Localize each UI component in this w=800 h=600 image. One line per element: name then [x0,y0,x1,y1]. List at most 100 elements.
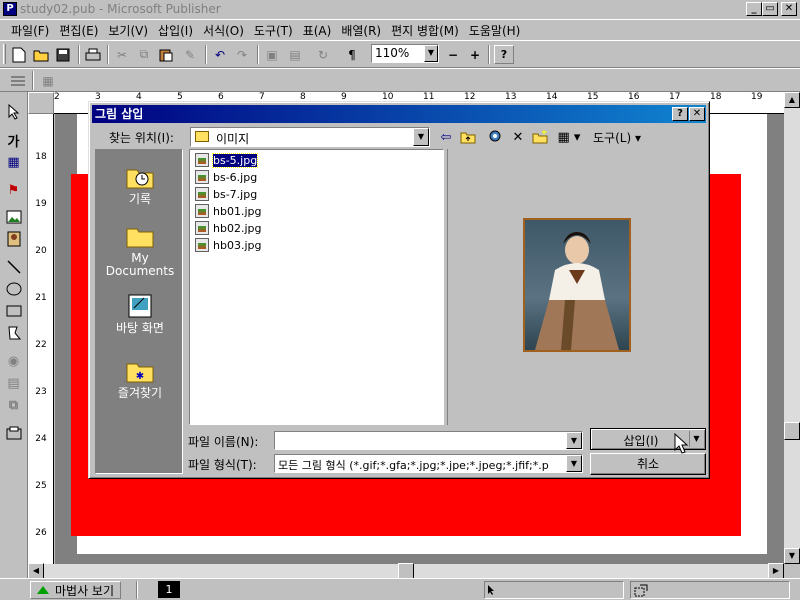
ruler-tick-label: 22 [35,340,47,350]
text-frame-tool-icon[interactable]: 가 [3,130,24,150]
design-gallery-object-icon[interactable]: ⧉ [3,395,24,415]
zoom-dropdown-icon[interactable]: ▼ [424,45,438,62]
create-new-folder-icon[interactable] [530,128,550,146]
restore-button[interactable]: ▭ [762,2,778,16]
file-item[interactable]: hb02.jpg [195,220,261,236]
paste-icon[interactable] [156,45,176,64]
dialog-title-bar[interactable]: 그림 삽입 ? ✕ [92,105,706,123]
new-document-icon[interactable] [9,45,29,64]
place-label: 바탕 화면 [116,321,164,335]
horizontal-scrollbar[interactable]: ◀ ▶ [28,563,784,579]
file-item[interactable]: hb03.jpg [195,237,261,253]
save-icon[interactable] [53,45,73,64]
menu-view[interactable]: 보기(V) [103,22,153,39]
line-tool-icon[interactable] [3,257,24,277]
close-button[interactable]: ✕ [781,2,797,16]
jpeg-file-icon [195,238,209,252]
html-code-fragment-icon[interactable]: ▤ [3,373,24,393]
place-history[interactable]: 기록 [96,164,184,206]
insert-button[interactable]: 삽입(I) ▼ [590,428,706,450]
rotate-icon[interactable]: ↻ [313,45,333,64]
menu-help[interactable]: 도움말(H) [464,22,526,39]
views-menu-icon[interactable]: ▦ ▾ [555,128,583,146]
vertical-ruler[interactable]: 18192021222324252627 [28,114,54,564]
back-icon[interactable]: ⇦ [436,128,456,146]
pointer-tool-icon[interactable] [3,102,24,122]
object-properties-icon[interactable]: ▦ [38,71,58,90]
insert-options-dropdown-icon[interactable]: ▼ [689,431,703,447]
delete-icon[interactable]: ✕ [508,128,528,146]
menu-file[interactable]: 파일(F) [6,22,54,39]
open-folder-icon[interactable] [31,45,51,64]
toolbar-grip[interactable] [3,44,6,64]
scroll-right-icon[interactable]: ▶ [768,563,784,579]
place-favorites[interactable]: ✱ 즐겨찾기 [96,358,184,400]
file-item[interactable]: bs-7.jpg [195,186,257,202]
dialog-tools-menu[interactable]: 도구(L) ▾ [593,129,641,146]
scroll-down-icon[interactable]: ▼ [784,548,800,564]
cut-icon[interactable]: ✂ [112,45,132,64]
horizontal-scroll-thumb[interactable] [398,563,414,579]
redo-icon[interactable]: ↷ [232,45,252,64]
clip-gallery-tool-icon[interactable] [3,229,24,249]
help-icon[interactable]: ? [494,45,514,64]
file-item[interactable]: hb01.jpg [195,203,261,219]
menu-mail-merge[interactable]: 편지 병합(M) [386,22,464,39]
wordart-tool-icon[interactable]: ⚑ [3,180,24,200]
oval-tool-icon[interactable] [3,279,24,299]
formatting-toolbar-icon[interactable] [8,71,28,90]
file-item[interactable]: bs-5.jpg [195,152,259,168]
menu-insert[interactable]: 삽입(I) [153,22,198,39]
file-type-combo[interactable]: 모든 그림 형식 (*.gif;*.gfa;*.jpg;*.jpe;*.jpeg… [274,454,583,473]
menu-edit[interactable]: 편집(E) [54,22,103,39]
paragraph-marks-icon[interactable]: ¶ [342,45,362,64]
scroll-left-icon[interactable]: ◀ [28,563,44,579]
publisher-app-icon[interactable]: P [3,2,17,16]
table-frame-tool-icon[interactable]: ▦ [3,152,24,172]
minimize-button[interactable]: _ [746,2,762,16]
menu-table[interactable]: 표(A) [298,22,337,39]
custom-shapes-tool-icon[interactable] [3,323,24,343]
file-name-input[interactable]: ▼ [274,431,583,450]
place-my-documents[interactable]: My Documents [96,223,184,278]
send-to-back-icon[interactable]: ▤ [285,45,305,64]
menu-arrange[interactable]: 배열(R) [336,22,386,39]
menu-format[interactable]: 서식(O) [198,22,249,39]
ruler-tick-label: 18 [710,92,722,102]
form-control-tool-icon[interactable]: ◉ [3,351,24,371]
menu-tools[interactable]: 도구(T) [249,22,298,39]
dialog-help-button[interactable]: ? [672,107,688,121]
up-one-level-icon[interactable] [458,128,478,146]
status-bar: 마법사 보기 1 [0,578,800,600]
zoom-out-button[interactable]: − [443,45,463,64]
zoom-in-button[interactable]: + [465,45,485,64]
mouse-cursor-icon [674,433,688,454]
cancel-button[interactable]: 취소 [590,453,706,475]
copy-icon[interactable]: ⧉ [134,45,154,64]
format-painter-icon[interactable]: ✎ [180,45,200,64]
zoom-combo[interactable]: 110% ▼ [371,44,439,63]
show-wizard-button[interactable]: 마법사 보기 [30,581,122,599]
print-icon[interactable] [83,45,103,64]
design-gallery-icon[interactable] [3,423,24,443]
look-in-dropdown-icon[interactable]: ▼ [413,128,429,146]
file-item[interactable]: bs-6.jpg [195,169,257,185]
vertical-scroll-thumb[interactable] [784,422,800,440]
place-desktop[interactable]: 바탕 화면 [96,293,184,335]
toolbar-separator [488,45,490,64]
search-web-icon[interactable] [486,128,506,146]
file-name-dropdown-icon[interactable]: ▼ [566,432,582,449]
bring-to-front-icon[interactable]: ▣ [262,45,282,64]
file-type-dropdown-icon[interactable]: ▼ [566,455,582,472]
file-list[interactable]: bs-5.jpg bs-6.jpg bs-7.jpg hb01.jpg hb02… [189,149,444,425]
scroll-up-icon[interactable]: ▲ [784,92,800,108]
undo-icon[interactable]: ↶ [210,45,230,64]
file-type-value: 모든 그림 형식 (*.gif;*.gfa;*.jpg;*.jpe;*.jpeg… [278,459,549,472]
look-in-combo[interactable]: 이미지 ▼ [190,127,430,147]
page-navigator[interactable]: 1 [158,581,180,598]
vertical-scrollbar[interactable]: ▲ ▼ [784,92,800,564]
ruler-origin[interactable] [28,92,54,114]
dialog-close-button[interactable]: ✕ [689,107,705,121]
picture-frame-tool-icon[interactable] [3,207,24,227]
rectangle-tool-icon[interactable] [3,301,24,321]
